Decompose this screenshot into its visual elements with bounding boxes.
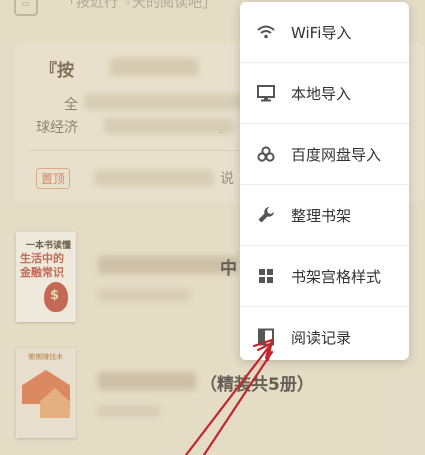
divider [28, 150, 248, 151]
grid-icon [259, 269, 273, 283]
book-icon[interactable]: ▭ [14, 0, 38, 16]
book-title[interactable]: （精装共5册） [200, 370, 314, 395]
blurred-text [110, 58, 198, 76]
menu-item-label: 整理书架 [291, 206, 352, 225]
blurred-text [104, 118, 234, 134]
import-menu: WiFi导入 本地导入 百度网盘导入 整理书架 书架宫格样式 阅读记录 [240, 2, 409, 360]
blurred-text [98, 256, 238, 274]
pinned-card-title: 『按 [40, 61, 74, 81]
blurred-text [94, 170, 214, 186]
cover-text: 懒懒赚钱术 [28, 353, 63, 361]
pinned-card-tail: 说 [220, 171, 234, 187]
menu-item-grid-style[interactable]: 书架宫格样式 [240, 246, 409, 307]
menu-item-organize-shelf[interactable]: 整理书架 [240, 185, 409, 246]
menu-item-baidu-netdisk-import[interactable]: 百度网盘导入 [240, 124, 409, 185]
wifi-icon [257, 25, 275, 39]
blurred-text [98, 405, 160, 417]
blurred-text [98, 289, 190, 301]
menu-item-label: 阅读记录 [291, 328, 352, 347]
money-bag-icon: $ [44, 282, 68, 312]
menu-item-label: WiFi导入 [291, 23, 352, 42]
book-title[interactable]: 中 [220, 254, 237, 279]
menu-item-reading-record[interactable]: 阅读记录 [240, 307, 409, 367]
menu-item-local-import[interactable]: 本地导入 [240, 63, 409, 124]
blurred-text [98, 372, 196, 390]
menu-item-label: 书架宫格样式 [291, 267, 382, 286]
monitor-icon [257, 85, 275, 102]
book-cover[interactable]: 一本书读懂 生活中的 金融常识 $ [16, 232, 76, 322]
header-title: 「按近行『天的阅读吧」 [62, 0, 216, 11]
wrench-icon [258, 207, 274, 223]
book-record-icon [258, 328, 274, 346]
pin-badge: 置顶 [36, 168, 71, 189]
cover-text: 金融常识 [20, 266, 64, 279]
menu-item-label: 百度网盘导入 [291, 145, 382, 164]
cloud-icon [257, 146, 275, 162]
book-cover[interactable]: 懒懒赚钱术 [16, 348, 76, 438]
menu-item-wifi-import[interactable]: WiFi导入 [240, 2, 409, 63]
menu-item-label: 本地导入 [291, 84, 352, 103]
